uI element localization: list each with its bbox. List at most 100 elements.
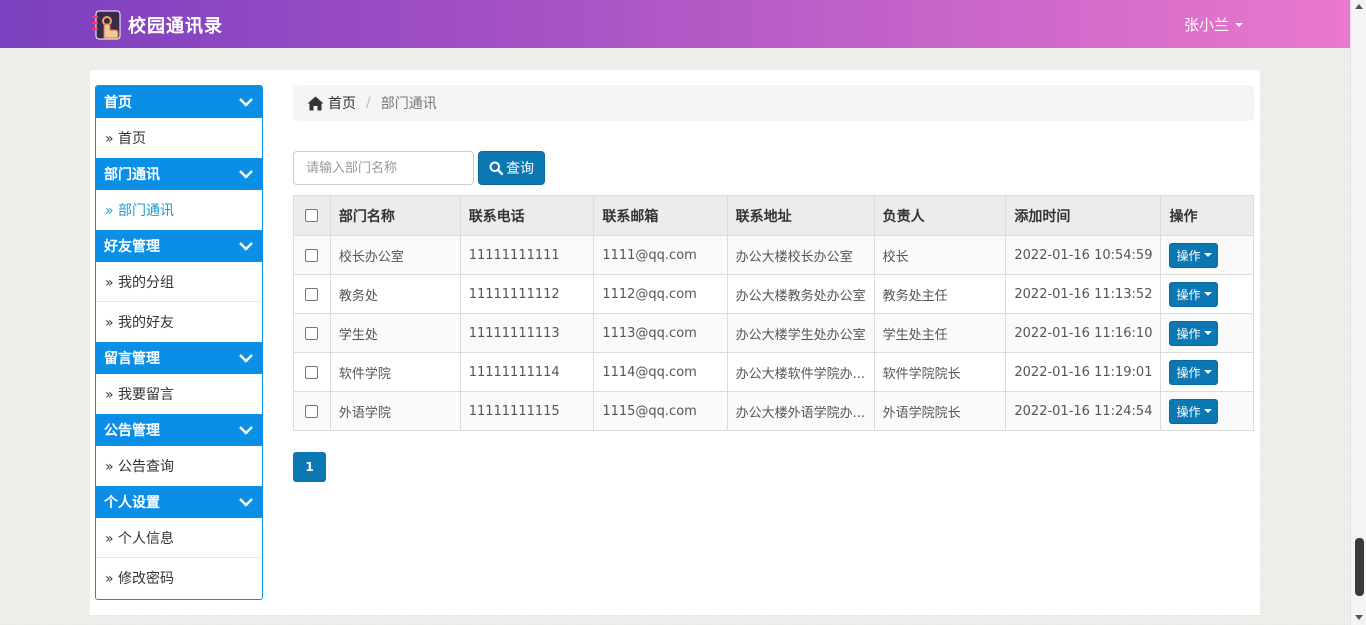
sidebar-item-department-contacts[interactable]: » 部门通讯 bbox=[96, 190, 262, 230]
cell-manager: 教务处主任 bbox=[873, 274, 1007, 314]
cell-manager: 校长 bbox=[873, 235, 1007, 275]
caret-down-icon bbox=[1204, 331, 1213, 335]
breadcrumb-home-link[interactable]: 首页 bbox=[307, 93, 356, 113]
breadcrumb-home-label: 首页 bbox=[328, 96, 356, 112]
breadcrumb-separator: / bbox=[366, 95, 371, 111]
column-header-manager[interactable]: 负责人 bbox=[873, 195, 1007, 236]
cell-name: 外语学院 bbox=[329, 391, 461, 431]
action-label: 操作 bbox=[1176, 404, 1201, 419]
row-select-cell bbox=[293, 391, 331, 431]
menu-section-title: 部门通讯 bbox=[104, 167, 160, 183]
chevron-down-icon bbox=[239, 170, 253, 179]
row-checkbox[interactable] bbox=[305, 287, 319, 301]
sidebar-item-home[interactable]: » 首页 bbox=[96, 118, 262, 158]
table-row: 校长办公室 11111111111 1111@qq.com 办公大楼校长办公室 … bbox=[293, 235, 1254, 275]
caret-down-icon bbox=[1204, 409, 1213, 413]
cell-manager: 学生处主任 bbox=[873, 313, 1007, 353]
chevron-down-icon bbox=[239, 98, 253, 107]
brand[interactable]: 校园通讯录 bbox=[90, 8, 223, 42]
select-all-cell bbox=[293, 195, 331, 236]
cell-address: 办公大楼软件学院办... bbox=[726, 352, 875, 392]
cell-email: 1111@qq.com bbox=[593, 235, 728, 275]
menu-section-settings[interactable]: 个人设置 bbox=[96, 486, 262, 518]
cell-action: 操作 bbox=[1160, 352, 1254, 392]
cell-phone: 11111111115 bbox=[459, 391, 595, 431]
table-row: 教务处 11111111112 1112@qq.com 办公大楼教务处办公室 教… bbox=[293, 274, 1254, 314]
menu-section-title: 首页 bbox=[104, 95, 132, 111]
menu-section-notices[interactable]: 公告管理 bbox=[96, 414, 262, 446]
cell-address: 办公大楼外语学院办... bbox=[726, 391, 875, 431]
row-checkbox[interactable] bbox=[305, 404, 319, 418]
address-book-logo-icon bbox=[90, 8, 124, 42]
scroll-up-arrow-icon[interactable] bbox=[1355, 4, 1363, 9]
menu-section-department[interactable]: 部门通讯 bbox=[96, 158, 262, 190]
cell-time: 2022-01-16 11:19:01 bbox=[1005, 352, 1162, 392]
column-header-email[interactable]: 联系邮箱 bbox=[593, 195, 728, 236]
home-icon bbox=[307, 96, 324, 110]
top-navbar: 校园通讯录 张小兰 bbox=[0, 0, 1350, 48]
caret-down-icon bbox=[1235, 22, 1244, 27]
action-label: 操作 bbox=[1176, 287, 1201, 302]
cell-action: 操作 bbox=[1160, 313, 1254, 353]
table-header-row: 部门名称 联系电话 联系邮箱 联系地址 负责人 添加时间 操作 bbox=[293, 195, 1254, 236]
vertical-scrollbar[interactable] bbox=[1350, 0, 1366, 625]
menu-section-home[interactable]: 首页 bbox=[96, 86, 262, 118]
cell-address: 办公大楼校长办公室 bbox=[726, 235, 875, 275]
column-header-address[interactable]: 联系地址 bbox=[726, 195, 875, 236]
sidebar-item-notice-query[interactable]: » 公告查询 bbox=[96, 446, 262, 486]
cell-phone: 11111111114 bbox=[459, 352, 595, 392]
cell-time: 2022-01-16 10:54:59 bbox=[1005, 235, 1162, 275]
menu-section-friends[interactable]: 好友管理 bbox=[96, 230, 262, 262]
row-checkbox[interactable] bbox=[305, 365, 319, 379]
cell-action: 操作 bbox=[1160, 391, 1254, 431]
select-all-checkbox[interactable] bbox=[305, 209, 319, 222]
action-label: 操作 bbox=[1176, 326, 1201, 341]
user-name: 张小兰 bbox=[1184, 16, 1230, 34]
row-action-dropdown[interactable]: 操作 bbox=[1169, 359, 1219, 385]
cell-email: 1114@qq.com bbox=[593, 352, 728, 392]
column-header-name[interactable]: 部门名称 bbox=[329, 195, 461, 236]
row-action-dropdown[interactable]: 操作 bbox=[1169, 320, 1219, 346]
column-header-phone[interactable]: 联系电话 bbox=[459, 195, 595, 236]
cell-phone: 11111111113 bbox=[459, 313, 595, 353]
row-checkbox[interactable] bbox=[305, 326, 319, 340]
menu-section-title: 公告管理 bbox=[104, 423, 160, 439]
row-checkbox[interactable] bbox=[305, 248, 319, 262]
cell-manager: 软件学院院长 bbox=[873, 352, 1007, 392]
cell-email: 1115@qq.com bbox=[593, 391, 728, 431]
column-header-action: 操作 bbox=[1160, 195, 1254, 236]
chevron-down-icon bbox=[239, 354, 253, 363]
chevron-down-icon bbox=[239, 242, 253, 251]
cell-email: 1113@qq.com bbox=[593, 313, 728, 353]
caret-down-icon bbox=[1204, 370, 1213, 374]
row-action-dropdown[interactable]: 操作 bbox=[1169, 398, 1219, 424]
pagination-page-1[interactable]: 1 bbox=[293, 452, 326, 482]
row-select-cell bbox=[293, 352, 331, 392]
scrollbar-thumb[interactable] bbox=[1355, 538, 1364, 596]
row-action-dropdown[interactable]: 操作 bbox=[1169, 242, 1219, 268]
menu-section-title: 好友管理 bbox=[104, 239, 160, 255]
row-action-dropdown[interactable]: 操作 bbox=[1169, 281, 1219, 307]
cell-name: 软件学院 bbox=[329, 352, 461, 392]
cell-address: 办公大楼学生处办公室 bbox=[726, 313, 875, 353]
scroll-down-arrow-icon[interactable] bbox=[1355, 615, 1363, 620]
sidebar-item-my-friends[interactable]: » 我的好友 bbox=[96, 302, 262, 342]
row-select-cell bbox=[293, 235, 331, 275]
cell-time: 2022-01-16 11:13:52 bbox=[1005, 274, 1162, 314]
user-menu-dropdown[interactable]: 张小兰 bbox=[1184, 14, 1244, 35]
search-button[interactable]: 查询 bbox=[478, 151, 545, 185]
sidebar-item-change-password[interactable]: » 修改密码 bbox=[96, 558, 262, 598]
sidebar-item-my-groups[interactable]: » 我的分组 bbox=[96, 262, 262, 302]
department-search-input[interactable] bbox=[293, 151, 474, 185]
table-row: 外语学院 11111111115 1115@qq.com 办公大楼外语学院办..… bbox=[293, 391, 1254, 431]
main-panel: 首页 » 首页 部门通讯 » 部门通讯 好友管理 » 我的分组 » 我的好友 留… bbox=[90, 70, 1260, 615]
sidebar-item-personal-info[interactable]: » 个人信息 bbox=[96, 518, 262, 558]
action-label: 操作 bbox=[1176, 248, 1201, 263]
sidebar-item-leave-message[interactable]: » 我要留言 bbox=[96, 374, 262, 414]
cell-email: 1112@qq.com bbox=[593, 274, 728, 314]
table-row: 软件学院 11111111114 1114@qq.com 办公大楼软件学院办..… bbox=[293, 352, 1254, 392]
column-header-time[interactable]: 添加时间 bbox=[1005, 195, 1162, 236]
menu-section-messages[interactable]: 留言管理 bbox=[96, 342, 262, 374]
caret-down-icon bbox=[1204, 253, 1213, 257]
search-icon bbox=[489, 161, 503, 175]
